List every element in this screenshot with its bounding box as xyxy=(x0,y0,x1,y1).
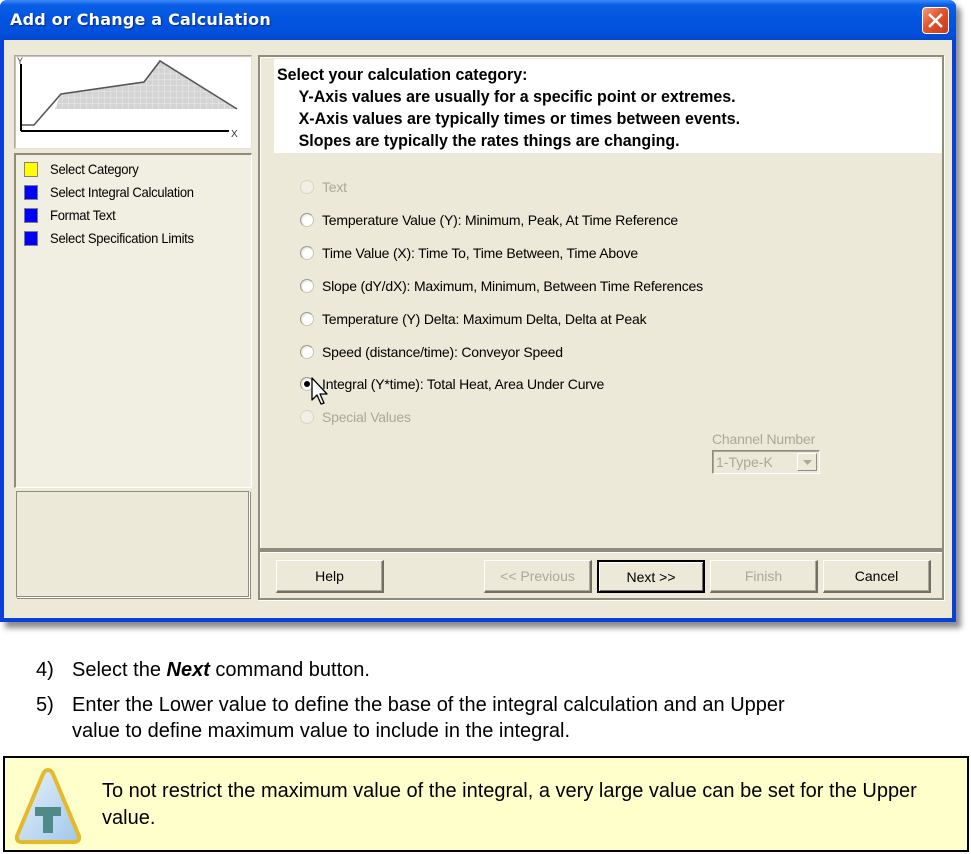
mouse-pointer-icon xyxy=(311,377,328,405)
step-label: Select Category xyxy=(50,161,139,177)
step-number: 4) xyxy=(36,659,54,681)
radio-button[interactable] xyxy=(300,180,314,194)
preview-chart: Y X xyxy=(17,56,238,140)
channel-number-value: 1-Type-K xyxy=(716,454,773,470)
tip-text: To not restrict the maximum value of the… xyxy=(102,780,917,829)
radio-option-temperature-delta[interactable]: Temperature (Y) Delta: Maximum Delta, De… xyxy=(300,309,647,329)
radio-label: Special Values xyxy=(322,409,411,425)
calculation-preview-graph: Y X xyxy=(14,55,252,149)
instructions-box: Select your calculation category: Y-Axis… xyxy=(274,59,942,153)
radio-label: Integral (Y*time): Total Heat, Area Unde… xyxy=(322,376,605,392)
step-text-line2: value to define maximum value to include… xyxy=(72,720,571,742)
dialog-client-area: Y X Select Category Select Integral Calc… xyxy=(4,40,952,618)
dropdown-arrow-icon[interactable] xyxy=(797,453,817,471)
x-axis-label: X xyxy=(231,129,238,140)
wizard-button-bar: Help << Previous Next >> Finish Cancel xyxy=(258,550,944,600)
step-label: Select Specification Limits xyxy=(50,230,194,246)
info-panel xyxy=(16,491,250,598)
radio-option-integral[interactable]: Integral (Y*time): Total Heat, Area Unde… xyxy=(300,374,604,394)
step-text-emphasis: Next xyxy=(166,659,210,681)
previous-button[interactable]: << Previous xyxy=(484,560,592,593)
tip-callout: To not restrict the maximum value of the… xyxy=(3,756,969,852)
instruction-step-4: 4) Select the Next command button. xyxy=(36,657,370,683)
step-status-pending-icon xyxy=(24,207,38,223)
instructions-line: X-Axis values are typically times or tim… xyxy=(298,109,741,128)
step-status-current-icon xyxy=(24,161,38,177)
close-button[interactable] xyxy=(922,7,949,34)
radio-option-text[interactable]: Text xyxy=(300,177,347,197)
radio-label: Slope (dY/dX): Maximum, Minimum, Between… xyxy=(322,278,703,294)
step-text-prefix: Select the xyxy=(72,659,167,681)
step-label: Format Text xyxy=(50,207,116,223)
instructions-line: Slopes are typically the rates things ar… xyxy=(298,131,680,150)
category-selection-panel: Select your calculation category: Y-Axis… xyxy=(258,55,944,550)
step-status-pending-icon xyxy=(24,230,38,246)
step-number: 5) xyxy=(36,694,54,716)
radio-button[interactable] xyxy=(300,213,314,227)
step-text-line1: Enter the Lower value to define the base… xyxy=(72,694,785,716)
radio-option-special-values[interactable]: Special Values xyxy=(300,407,411,427)
radio-label: Time Value (X): Time To, Time Between, T… xyxy=(322,245,638,261)
radio-option-temperature-value[interactable]: Temperature Value (Y): Minimum, Peak, At… xyxy=(300,210,678,230)
instructions-heading: Select your calculation category: xyxy=(277,65,528,84)
radio-button[interactable] xyxy=(300,312,314,326)
radio-button[interactable] xyxy=(300,410,314,424)
integral-area xyxy=(55,61,237,109)
step-item-select-specification-limits: Select Specification Limits xyxy=(24,228,194,248)
instructions-line: Y-Axis values are usually for a specific… xyxy=(298,87,736,106)
window-title: Add or Change a Calculation xyxy=(10,10,271,29)
radio-label: Speed (distance/time): Conveyor Speed xyxy=(322,344,563,360)
step-item-select-category: Select Category xyxy=(24,159,139,179)
radio-label: Temperature Value (Y): Minimum, Peak, At… xyxy=(322,212,678,228)
radio-option-time-value[interactable]: Time Value (X): Time To, Time Between, T… xyxy=(300,243,638,263)
radio-option-speed[interactable]: Speed (distance/time): Conveyor Speed xyxy=(300,342,563,362)
tip-hammer-icon xyxy=(14,768,82,844)
step-text-suffix: command button. xyxy=(209,659,370,681)
radio-label: Text xyxy=(322,179,347,195)
dialog-window: Add or Change a Calculation Y X Select C… xyxy=(0,0,956,622)
y-axis-label: Y xyxy=(17,56,23,66)
step-label: Select Integral Calculation xyxy=(50,184,194,200)
step-item-select-integral-calculation: Select Integral Calculation xyxy=(24,182,194,202)
radio-button[interactable] xyxy=(300,279,314,293)
step-status-pending-icon xyxy=(24,184,38,200)
radio-option-slope[interactable]: Slope (dY/dX): Maximum, Minimum, Between… xyxy=(300,276,703,296)
instruction-step-5: 5) Enter the Lower value to define the ba… xyxy=(36,692,785,744)
next-button[interactable]: Next >> xyxy=(597,560,705,593)
title-bar[interactable]: Add or Change a Calculation xyxy=(0,0,956,40)
radio-button[interactable] xyxy=(300,246,314,260)
step-item-format-text: Format Text xyxy=(24,205,116,225)
channel-number-label: Channel Number xyxy=(712,431,816,447)
finish-button[interactable]: Finish xyxy=(710,560,818,593)
close-x-icon xyxy=(928,13,943,28)
channel-number-select[interactable]: 1-Type-K xyxy=(712,450,820,474)
cancel-button[interactable]: Cancel xyxy=(823,560,931,593)
help-button[interactable]: Help xyxy=(276,560,384,593)
radio-label: Temperature (Y) Delta: Maximum Delta, De… xyxy=(322,311,647,327)
radio-button[interactable] xyxy=(300,345,314,359)
wizard-steps-list: Select Category Select Integral Calculat… xyxy=(14,153,252,488)
